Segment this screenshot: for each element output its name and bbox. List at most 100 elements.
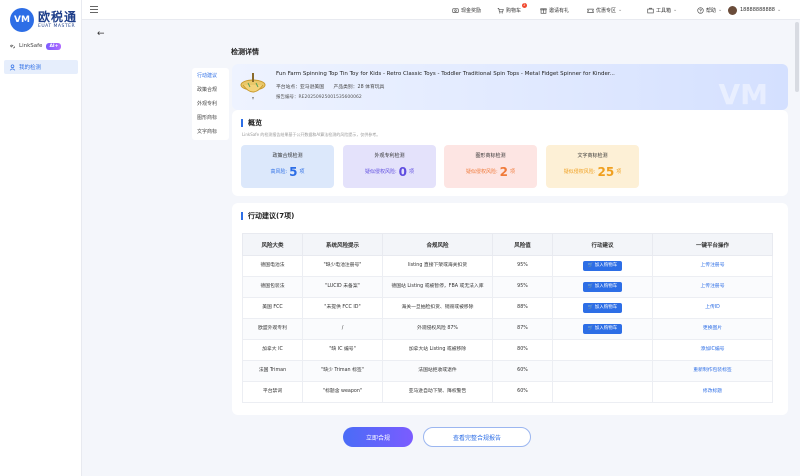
comply-now-button[interactable]: 立即合规 xyxy=(343,427,413,447)
topbar-cart[interactable]: 购物车 2 xyxy=(497,3,528,15)
top-bar: 现金奖励 购物车 2 邀请有礼 优惠专区 ⌄ 工具箱 ⌄ 帮助 ⌄ 188888… xyxy=(82,0,800,20)
compliance-risk: listing 直接下架或海关扣货 xyxy=(382,255,493,277)
platform-op-cell: 上传ID xyxy=(652,297,773,319)
action-cell xyxy=(552,339,653,361)
tab-graphic-trademark[interactable]: 图形商标 xyxy=(192,111,229,125)
table-row: 美国 FCC "未提供 FCC ID" 海关一旦抽检扣货、销毁或被移除 88% 🛒 加入… xyxy=(242,297,773,319)
risk-value: 60% xyxy=(492,381,553,403)
topbar-toolbox[interactable]: 工具箱 ⌄ xyxy=(647,5,677,15)
scrollbar[interactable] xyxy=(795,22,799,92)
column-header: 风险大类 xyxy=(242,233,303,256)
stat-text-trademark[interactable]: 文字商标检测 疑似侵权风险: 25 项 xyxy=(546,145,639,188)
tab-action-advice[interactable]: 行动建议 xyxy=(192,69,229,83)
risk-value: 60% xyxy=(492,360,553,382)
sidebar-item-linksafe[interactable]: LinkSafe AI+ xyxy=(4,39,78,53)
chevron-down-icon: ⌄ xyxy=(718,7,723,13)
platform-op-link[interactable]: 修改标题 xyxy=(703,389,722,394)
table-row: 平台禁词 "标题含 weapon" 亚马逊自动下架、降权警告 60% 修改标题 xyxy=(242,381,773,403)
risk-category: 欧盟外观专利 xyxy=(242,318,303,340)
sidebar: VM 欧税通 EUAT MASTER LinkSafe AI+ 我的检测 xyxy=(0,0,82,476)
compliance-risk: 外观侵权风险 87% xyxy=(382,318,493,340)
tab-text-trademark[interactable]: 文字商标 xyxy=(192,125,229,139)
risk-value: 88% xyxy=(492,297,553,319)
topbar-discount[interactable]: 优惠专区 ⌄ xyxy=(587,5,622,15)
column-header: 风险值 xyxy=(492,233,553,256)
add-to-cart-button[interactable]: 🛒 加入购物车 xyxy=(582,261,623,271)
view-full-report-button[interactable]: 查看完整合规报告 xyxy=(423,427,531,447)
back-arrow-icon[interactable]: ← xyxy=(97,29,105,39)
risk-value: 80% xyxy=(492,339,553,361)
platform-op-cell: 上传注册号 xyxy=(652,255,773,277)
brand-logo[interactable]: VM 欧税通 EUAT MASTER xyxy=(10,8,77,32)
coupon-icon xyxy=(587,8,594,13)
gift-icon xyxy=(540,7,547,14)
overview-description: LinkSafe 的检测报告结果基于公开数据和AI算法检测的风险提示，仅供参考。 xyxy=(242,132,381,137)
system-hint: / xyxy=(302,318,383,340)
product-category: 产品类别：28 体育玩具 xyxy=(333,85,385,90)
compliance-risk: 法国站拒收或退件 xyxy=(382,360,493,382)
menu-collapse-icon[interactable] xyxy=(90,6,98,13)
risk-category: 平台禁词 xyxy=(242,381,303,403)
user-icon xyxy=(9,63,16,71)
platform-op-link[interactable]: 上传注册号 xyxy=(701,263,725,268)
action-cell: 🛒 加入购物车 xyxy=(552,255,653,277)
column-header: 一键平台操作 xyxy=(652,233,773,256)
compliance-risk: 加拿大站 Listing 或被移除 xyxy=(382,339,493,361)
action-cell: 🛒 加入购物车 xyxy=(552,276,653,298)
cart-icon: 🛒 xyxy=(587,263,595,268)
add-to-cart-button[interactable]: 🛒 加入购物车 xyxy=(582,282,623,292)
cash-icon xyxy=(452,7,459,13)
platform-op-link[interactable]: 更换图片 xyxy=(703,326,722,331)
tab-design-patent[interactable]: 外观专利 xyxy=(192,97,229,111)
page-title: 检测详情 xyxy=(231,48,259,56)
cart-icon: 🛒 xyxy=(587,305,595,310)
logo-mark-icon: VM xyxy=(10,8,34,32)
platform-op-link[interactable]: 上传ID xyxy=(705,305,720,310)
topbar-account[interactable]: 18888888888 ⌄ xyxy=(728,5,781,15)
system-hint: "缺少 Triman 标签" xyxy=(302,360,383,382)
risk-category: 德国电池法 xyxy=(242,255,303,277)
add-to-cart-button[interactable]: 🛒 加入购物车 xyxy=(582,324,623,334)
toolbox-icon xyxy=(647,7,654,13)
sidebar-item-my-detection[interactable]: 我的检测 xyxy=(4,60,78,74)
section-tabs: 行动建议 政策合规 外观专利 图形商标 文字商标 xyxy=(192,68,229,140)
tab-policy-compliance[interactable]: 政策合规 xyxy=(192,83,229,97)
risk-category: 美国 FCC xyxy=(242,297,303,319)
watermark-logo: VM xyxy=(718,78,768,110)
risk-value: 95% xyxy=(492,255,553,277)
topbar-invite[interactable]: 邀请有礼 xyxy=(540,5,569,15)
brand-name: 欧税通 xyxy=(38,10,78,24)
system-hint: "缺少电池注册号" xyxy=(302,255,383,277)
risk-value: 95% xyxy=(492,276,553,298)
platform-op-link[interactable]: 重新制作包装标签 xyxy=(693,368,731,373)
cart-count-badge: 2 xyxy=(521,3,528,8)
cart-icon: 🛒 xyxy=(587,284,595,289)
platform-op-link[interactable]: 添加IC编号 xyxy=(701,347,725,352)
platform-op-cell: 重新制作包装标签 xyxy=(652,360,773,382)
sidebar-item-label: 我的检测 xyxy=(19,65,42,71)
product-image xyxy=(240,73,266,100)
cart-icon: 🛒 xyxy=(587,326,595,331)
action-cell: 🛒 加入购物车 xyxy=(552,318,653,340)
table-row: 法国 Triman "缺少 Triman 标签" 法国站拒收或退件 60% 重新制作包装… xyxy=(242,360,773,382)
compliance-risk: 亚马逊自动下架、降权警告 xyxy=(382,381,493,403)
product-card: Fun Farm Spinning Top Tin Toy for Kids -… xyxy=(232,64,788,110)
stat-design-patent[interactable]: 外观专利检测 疑似侵权风险: 0 项 xyxy=(343,145,436,188)
report-id: 报告编号：RE20250925001535600062 xyxy=(276,95,362,100)
table-row: 德国电池法 "缺少电池注册号" listing 直接下架或海关扣货 95% 🛒 加入购物… xyxy=(242,255,773,277)
add-to-cart-button[interactable]: 🛒 加入购物车 xyxy=(582,303,623,313)
action-cell xyxy=(552,381,653,403)
compliance-risk: 德国站 Listing 或被暂停，FBA 或无法入库 xyxy=(382,276,493,298)
system-hint: "缺 IC 编号" xyxy=(302,339,383,361)
stat-policy-compliance[interactable]: 政策合规检测 高风险: 5 项 xyxy=(241,145,334,188)
table-row: 德国包装法 "LUCID 未备案" 德国站 Listing 或被暂停，FBA 或无法… xyxy=(242,276,773,298)
table-row: 欧盟外观专利 / 外观侵权风险 87% 87% 🛒 加入购物车 更换图片 xyxy=(242,318,773,340)
platform-op-link[interactable]: 上传注册号 xyxy=(701,284,725,289)
help-icon xyxy=(697,6,704,14)
system-hint: "未提供 FCC ID" xyxy=(302,297,383,319)
column-header: 系统风险提示 xyxy=(302,233,383,256)
action-cell: 🛒 加入购物车 xyxy=(552,297,653,319)
topbar-help[interactable]: 帮助 ⌄ xyxy=(697,5,722,15)
stat-graphic-trademark[interactable]: 图形商标检测 疑似侵权风险: 2 项 xyxy=(444,145,537,188)
topbar-cash-reward[interactable]: 现金奖励 xyxy=(452,5,481,15)
